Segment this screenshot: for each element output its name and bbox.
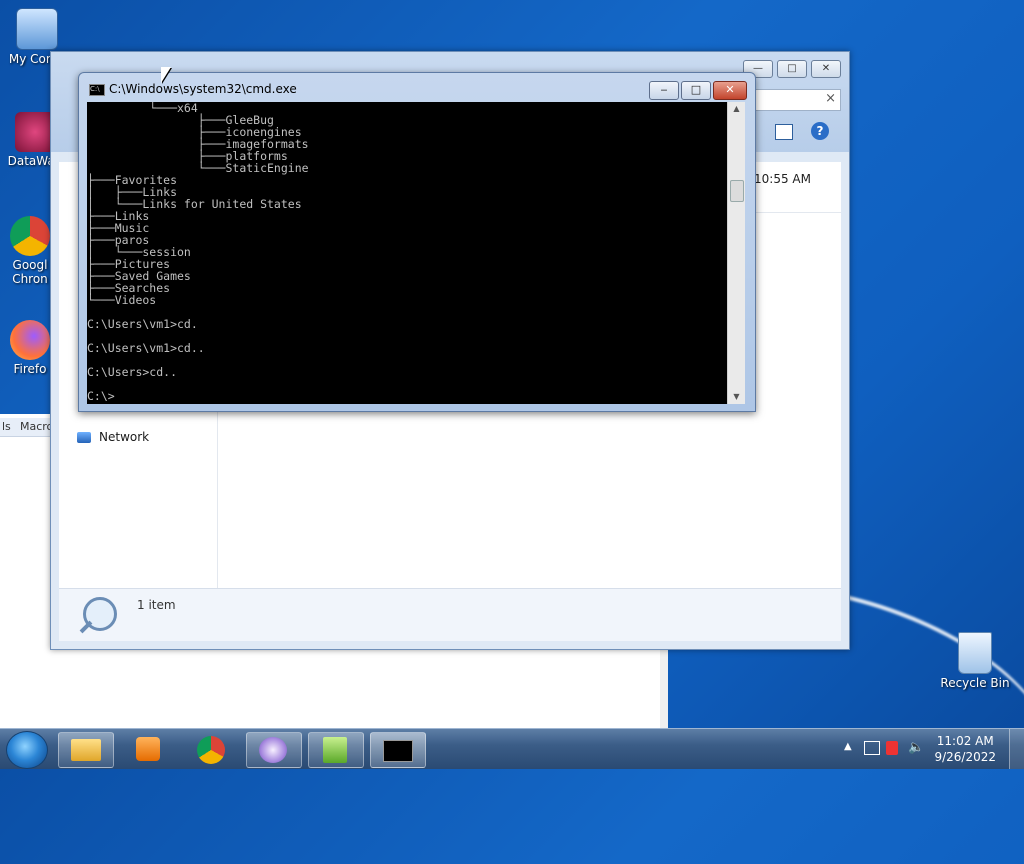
- mouse-cursor-icon: [161, 67, 171, 83]
- cmd-window[interactable]: C:\ C:\Windows\system32\cmd.exe ‒ □ ✕ └─…: [78, 72, 756, 412]
- console-line: ├───Music: [87, 221, 150, 235]
- network-tray-icon[interactable]: [864, 741, 880, 755]
- taskbar-media-player[interactable]: [122, 732, 176, 766]
- start-button[interactable]: [6, 731, 48, 769]
- recycle-bin-icon: [958, 632, 992, 674]
- cmd-close-button[interactable]: ✕: [713, 81, 747, 100]
- scroll-up-arrow-icon[interactable]: ▲: [728, 102, 745, 116]
- taskbar-app-flower[interactable]: [246, 732, 302, 768]
- console-line: ├───Saved Games: [87, 269, 191, 283]
- console-line: C:\Users\vm1>cd..: [87, 341, 205, 355]
- desktop-icon-recycle-bin[interactable]: Recycle Bin: [940, 632, 1010, 690]
- console-line: └───Videos: [87, 293, 157, 307]
- toolbar-text: Macro: [20, 420, 54, 433]
- notepad-icon: [323, 737, 347, 763]
- chrome-icon: [197, 736, 225, 764]
- datawag-icon: [15, 112, 55, 152]
- help-icon[interactable]: ?: [811, 122, 829, 140]
- taskbar-notepad-plus[interactable]: [308, 732, 364, 768]
- toolbar-text: ls: [2, 420, 11, 433]
- console-line: ├───Favorites: [87, 173, 178, 187]
- console-output[interactable]: └───x64 ├───GleeBug ├───iconengines ├───…: [87, 102, 727, 404]
- console-line: ├───Searches: [87, 281, 171, 295]
- taskbar-chrome[interactable]: [184, 732, 238, 766]
- media-player-icon: [136, 737, 160, 761]
- cmd-maximize-button[interactable]: □: [681, 81, 711, 100]
- console-line: C:\Users\vm1>cd.: [87, 317, 198, 331]
- scroll-down-arrow-icon[interactable]: ▼: [728, 390, 745, 404]
- cmd-title: C:\Windows\system32\cmd.exe: [109, 82, 297, 96]
- console-line: └───StaticEngine: [87, 161, 309, 175]
- background-window-edge: [660, 650, 668, 728]
- console-line: C:\Users>cd..: [87, 365, 178, 379]
- firefox-icon: [10, 320, 50, 360]
- show-desktop-button[interactable]: [1009, 729, 1024, 769]
- column-cell: 10:55 AM: [751, 162, 841, 213]
- clock-date: 9/26/2022: [934, 750, 996, 764]
- console-scrollbar[interactable]: ▲ ▼: [727, 102, 745, 404]
- explorer-close-button[interactable]: ✕: [811, 60, 841, 78]
- modified-time: 10:55 AM: [754, 172, 811, 186]
- action-center-icon[interactable]: [886, 741, 898, 755]
- flower-app-icon: [259, 737, 287, 763]
- explorer-maximize-button[interactable]: □: [777, 60, 807, 78]
- clock-time: 11:02 AM: [936, 734, 994, 748]
- network-icon: [77, 432, 91, 443]
- cmd-icon: C:\: [89, 84, 105, 96]
- preview-pane-icon[interactable]: [775, 124, 793, 140]
- computer-icon: [16, 8, 58, 50]
- details-pane: 1 item: [59, 588, 841, 641]
- cmd-icon: [383, 740, 413, 762]
- chrome-icon: [10, 216, 50, 256]
- background-app-fragment: ls Macro: [0, 414, 54, 489]
- nav-item-label: Network: [99, 430, 150, 444]
- console-line: │ └───Links for United States: [87, 197, 302, 211]
- show-hidden-icons-icon[interactable]: ▲: [844, 741, 852, 752]
- folder-icon: [71, 739, 101, 761]
- taskbar-cmd[interactable]: [370, 732, 426, 768]
- console-line: ├───Links: [87, 209, 150, 223]
- taskbar-file-explorer[interactable]: [58, 732, 114, 768]
- desktop-icon-label: Recycle Bin: [940, 676, 1010, 690]
- clock[interactable]: 11:02 AM 9/26/2022: [934, 733, 996, 765]
- scroll-thumb[interactable]: [730, 180, 744, 202]
- taskbar: ▲ 🔈 11:02 AM 9/26/2022: [0, 728, 1024, 769]
- console-line: │ └───session: [87, 245, 191, 259]
- close-icon[interactable]: ×: [825, 91, 836, 106]
- system-tray: ▲ 🔈 11:02 AM 9/26/2022: [844, 729, 1024, 769]
- volume-icon[interactable]: 🔈: [908, 740, 924, 755]
- status-item-count: 1 item: [137, 598, 176, 612]
- search-box[interactable]: ×: [751, 89, 841, 111]
- cmd-minimize-button[interactable]: ‒: [649, 81, 679, 100]
- console-line: C:\>: [87, 389, 115, 403]
